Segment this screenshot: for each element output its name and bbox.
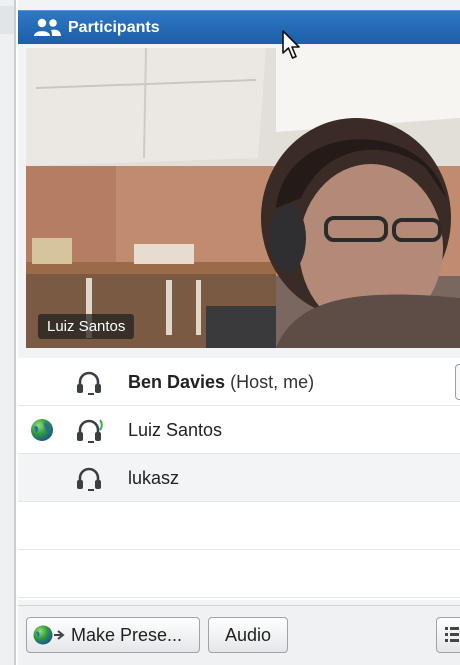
list-menu-icon [445, 627, 459, 642]
participants-icon [34, 18, 61, 36]
headset-speaking-icon [77, 419, 103, 443]
globe-icon [31, 419, 53, 441]
participant-list: Ben Davies (Host, me) Luiz Santos lukasz [18, 358, 460, 600]
participant-name: Ben Davies (Host, me) [128, 372, 315, 392]
panel-title: Participants [68, 18, 160, 36]
video-participant-label: Luiz Santos [38, 314, 135, 339]
participant-name: lukasz [128, 468, 180, 488]
participant-name: Luiz Santos [128, 420, 223, 440]
mouse-cursor-icon [282, 30, 300, 59]
participant-row-host[interactable]: Ben Davies (Host, me) [18, 358, 460, 406]
panel-toolbar: Make Prese... Audio [18, 605, 460, 665]
panel-title-bar[interactable]: Participants [18, 10, 460, 44]
empty-row [18, 502, 460, 550]
more-options-button[interactable] [436, 617, 460, 653]
audio-label: Audio [224, 624, 272, 645]
participant-row-lukasz[interactable]: lukasz [18, 454, 460, 502]
empty-row [18, 550, 460, 598]
participants-panel: Participants Luiz Santos Ben Davies (Hos… [18, 0, 460, 665]
make-presenter-button[interactable]: Make Prese... [26, 617, 200, 653]
participant-row-luiz[interactable]: Luiz Santos [18, 406, 460, 454]
make-presenter-icon [33, 625, 65, 645]
participant-role: (Host, me) [230, 372, 315, 392]
left-dock-strip [0, 0, 16, 665]
dock-tab[interactable] [0, 6, 14, 34]
row-options-button[interactable] [455, 364, 460, 400]
video-frame-image [26, 48, 460, 348]
audio-button[interactable]: Audio [208, 617, 288, 653]
make-presenter-label: Make Prese... [71, 624, 183, 645]
video-feed: Luiz Santos [26, 48, 460, 348]
headset-icon [77, 371, 101, 395]
headset-icon [77, 467, 101, 491]
